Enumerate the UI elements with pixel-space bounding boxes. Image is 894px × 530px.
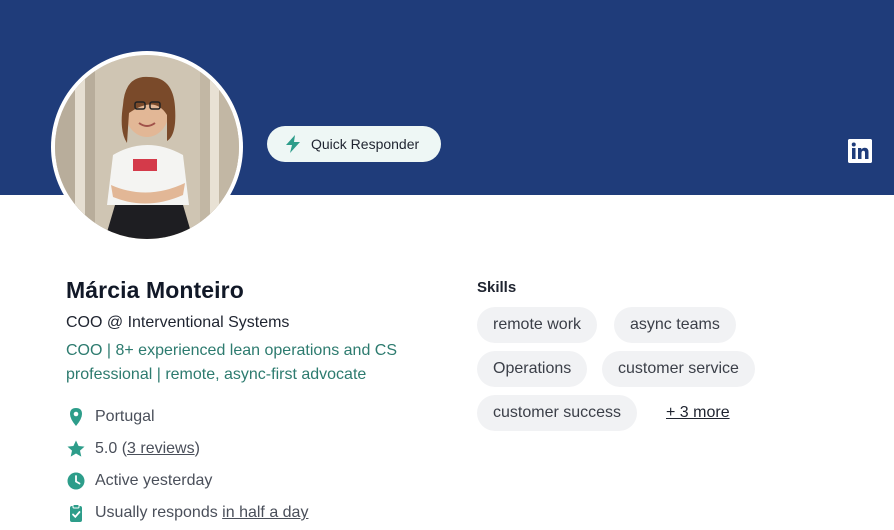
more-skills-link[interactable]: + 3 more xyxy=(666,404,730,422)
meta-location: Portugal xyxy=(66,407,155,427)
responds-prefix: Usually responds xyxy=(95,504,223,521)
skill-chip[interactable]: customer service xyxy=(602,351,755,387)
skill-chip[interactable]: Operations xyxy=(477,351,588,387)
linkedin-icon[interactable] xyxy=(848,139,872,163)
map-pin-icon xyxy=(66,407,86,427)
profile-name: Márcia Monteiro xyxy=(66,277,244,303)
profile-role: COO @ Interventional Systems xyxy=(66,314,290,331)
clipboard-check-icon xyxy=(66,503,86,523)
profile-bio: COO | 8+ experienced lean operations and… xyxy=(66,342,398,383)
location-text: Portugal xyxy=(95,408,155,425)
skill-chip[interactable]: customer success xyxy=(477,395,638,431)
meta-activity: Active yesterday xyxy=(66,471,212,491)
badge-label: Quick Responder xyxy=(311,136,420,152)
avatar xyxy=(51,51,243,243)
responds-time-link[interactable]: in half a day xyxy=(222,504,308,522)
skills-title: Skills xyxy=(477,279,517,296)
skill-chip[interactable]: remote work xyxy=(477,307,598,343)
rating-value: 5.0 xyxy=(95,440,118,457)
meta-rating: 5.0 (3 reviews) xyxy=(66,439,200,459)
activity-text: Active yesterday xyxy=(95,472,213,489)
skill-chip[interactable]: async teams xyxy=(614,307,736,343)
clock-icon xyxy=(66,471,86,491)
star-icon xyxy=(66,439,86,459)
avatar-photo xyxy=(55,55,239,239)
rating-close-paren: ) xyxy=(194,440,200,457)
reviews-link[interactable]: 3 reviews xyxy=(127,440,195,458)
meta-responds: Usually responds in half a day xyxy=(66,503,308,523)
lightning-bolt-icon xyxy=(285,135,301,153)
quick-responder-badge: Quick Responder xyxy=(267,126,441,162)
